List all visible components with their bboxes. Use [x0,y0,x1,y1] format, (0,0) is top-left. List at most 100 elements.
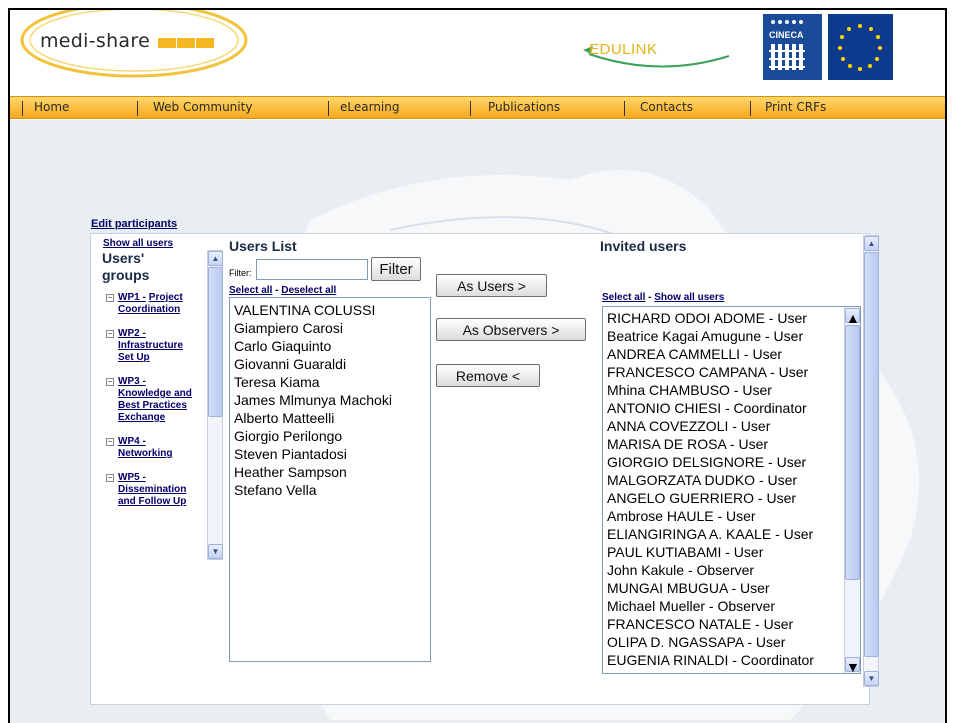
invited-user-option[interactable]: ANGELO GUERRIERO - User [607,489,833,507]
select-all-link[interactable]: Select all [229,285,272,296]
nav-publications[interactable]: Publications [488,100,560,114]
invited-user-option[interactable]: Michael Mueller - Observer [607,597,833,615]
group-wp3-line2[interactable]: Knowledge and [118,388,192,399]
scroll-up-icon[interactable]: ▲ [864,236,879,251]
invited-user-option[interactable]: Ambrose HAULE - User [607,507,833,525]
group-wp2-line3[interactable]: Set Up [118,352,150,363]
invited-user-option[interactable]: MARISA DE ROSA - User [607,435,833,453]
user-option[interactable]: Giampiero Carosi [234,319,426,337]
user-option[interactable]: Heather Sampson [234,463,426,481]
collapse-icon[interactable]: − [106,438,114,446]
edit-participants-link[interactable]: Edit participants [91,218,177,230]
invited-user-option[interactable]: ANDREA CAMMELLI - User [607,345,833,363]
group-wp1-line1[interactable]: WP1 - [118,292,146,303]
invited-user-option[interactable]: FRANCESCO CAMPANA - User [607,363,833,381]
nav-separator [470,101,471,116]
user-option[interactable]: VALENTINA COLUSSI [234,301,426,319]
collapse-icon[interactable]: − [106,474,114,482]
filter-button[interactable]: Filter [371,257,421,281]
users-listbox[interactable]: VALENTINA COLUSSI Giampiero Carosi Carlo G… [229,297,431,662]
collapse-icon[interactable]: − [106,294,114,302]
group-wp3-line1[interactable]: WP3 - [118,376,146,387]
nav-web-community[interactable]: Web Community [153,100,252,114]
user-option[interactable]: Giovanni Guaraldi [234,355,426,373]
nav-print-crfs[interactable]: Print CRFs [765,100,826,114]
user-option[interactable]: Teresa Kiama [234,373,426,391]
group-wp5-line1[interactable]: WP5 - [118,472,146,483]
invited-scrollbar[interactable]: ▲ ▼ [844,307,860,673]
add-as-observers-button[interactable]: As Observers > [436,318,586,341]
scroll-thumb[interactable] [864,252,879,657]
user-option[interactable]: Alberto Matteelli [234,409,426,427]
scroll-down-icon[interactable]: ▼ [208,544,223,559]
group-wp3-line4[interactable]: Exchange [118,412,165,423]
invited-user-option[interactable]: ELIANGIRINGA A. KAALE - User [607,525,833,543]
invited-select-controls: Select all - Show all users [602,292,724,303]
invited-user-option[interactable]: GIORGIO DELSIGNORE - User [607,453,833,471]
browser-frame: medi-share EDULINK CINECA Home Web Commu… [8,8,947,723]
invited-show-all-link[interactable]: Show all users [654,292,724,303]
scroll-up-icon[interactable]: ▲ [845,308,860,326]
edulink-logo: EDULINK [589,41,658,58]
invited-user-option[interactable]: ANNA COVEZZOLI - User [607,417,833,435]
invited-user-option[interactable]: FRANCESCO NATALE - User [607,615,833,633]
invited-user-option[interactable]: EUGENIA RINALDI - Coordinator [607,651,833,669]
scroll-up-icon[interactable]: ▲ [208,251,223,266]
user-option[interactable]: Steven Piantadosi [234,445,426,463]
group-wp2-line1[interactable]: WP2 - [118,328,146,339]
group-wp4[interactable]: − WP4 - Networking [106,436,210,460]
group-wp1-line3[interactable]: Coordination [118,304,180,315]
collapse-icon[interactable]: − [106,378,114,386]
nav-separator [750,101,751,116]
group-wp1-line2[interactable]: Project [149,292,183,303]
nav-home[interactable]: Home [34,100,69,114]
add-as-users-button[interactable]: As Users > [436,274,547,297]
invited-user-option[interactable]: John Kakule - Observer [607,561,833,579]
site-header: medi-share EDULINK CINECA [10,10,945,96]
collapse-icon[interactable]: − [106,330,114,338]
invited-user-option[interactable]: Beatrice Kagai Amugune - User [607,327,833,345]
user-option[interactable]: Carlo Giaquinto [234,337,426,355]
groups-scrollbar[interactable]: ▲ ▼ [207,250,223,560]
nav-separator [328,101,329,116]
invited-user-option[interactable]: ANTONIO CHIESI - Coordinator [607,399,833,417]
users-list-title: Users List [229,238,297,254]
nav-separator [624,101,625,116]
user-option[interactable]: Stefano Vella [234,481,426,499]
nav-contacts[interactable]: Contacts [640,100,693,114]
show-all-users-link[interactable]: Show all users [103,238,173,249]
brand-logo-text[interactable]: medi-share [40,30,150,52]
remove-button[interactable]: Remove < [436,364,540,387]
user-option[interactable]: James Mlmunya Machoki [234,391,426,409]
panel-scrollbar[interactable]: ▲ ▼ [863,235,879,687]
invited-user-option[interactable]: MALGORZATA DUDKO - User [607,471,833,489]
group-wp3[interactable]: − WP3 - Knowledge and Best Practices Exc… [106,376,210,424]
invited-user-option[interactable]: Mhina CHAMBUSO - User [607,381,833,399]
scroll-thumb[interactable] [208,267,223,417]
nav-separator [22,101,23,116]
scroll-thumb[interactable] [845,325,860,580]
group-wp4-line1[interactable]: WP4 - [118,436,146,447]
invited-user-option[interactable]: PAUL KUTIABAMI - User [607,543,833,561]
invited-user-option[interactable]: RICHARD ODOI ADOME - User [607,309,833,327]
invited-separator: - [645,292,655,303]
deselect-all-link[interactable]: Deselect all [281,285,336,296]
select-separator: - [272,285,282,296]
invited-user-option[interactable]: OLIPA D. NGASSAPA - User [607,633,833,651]
filter-input[interactable] [256,259,368,280]
group-wp2-line2[interactable]: Infrastructure [118,340,183,351]
group-wp1[interactable]: − WP1 - Project Coordination [106,292,210,316]
group-wp2[interactable]: − WP2 - Infrastructure Set Up [106,328,210,364]
group-wp5-line3[interactable]: and Follow Up [118,496,186,507]
group-wp4-line2[interactable]: Networking [118,448,172,459]
invited-users-listbox[interactable]: RICHARD ODOI ADOME - User Beatrice Kagai … [602,306,861,674]
group-wp3-line3[interactable]: Best Practices [118,400,187,411]
user-option[interactable]: Giorgio Perilongo [234,427,426,445]
group-wp5[interactable]: − WP5 - Dissemination and Follow Up [106,472,210,508]
group-wp5-line2[interactable]: Dissemination [118,484,186,495]
invited-select-all-link[interactable]: Select all [602,292,645,303]
invited-user-option[interactable]: MUNGAI MBUGUA - User [607,579,833,597]
scroll-down-icon[interactable]: ▼ [864,671,879,686]
scroll-down-icon[interactable]: ▼ [845,657,860,673]
nav-elearning[interactable]: eLearning [340,100,399,114]
